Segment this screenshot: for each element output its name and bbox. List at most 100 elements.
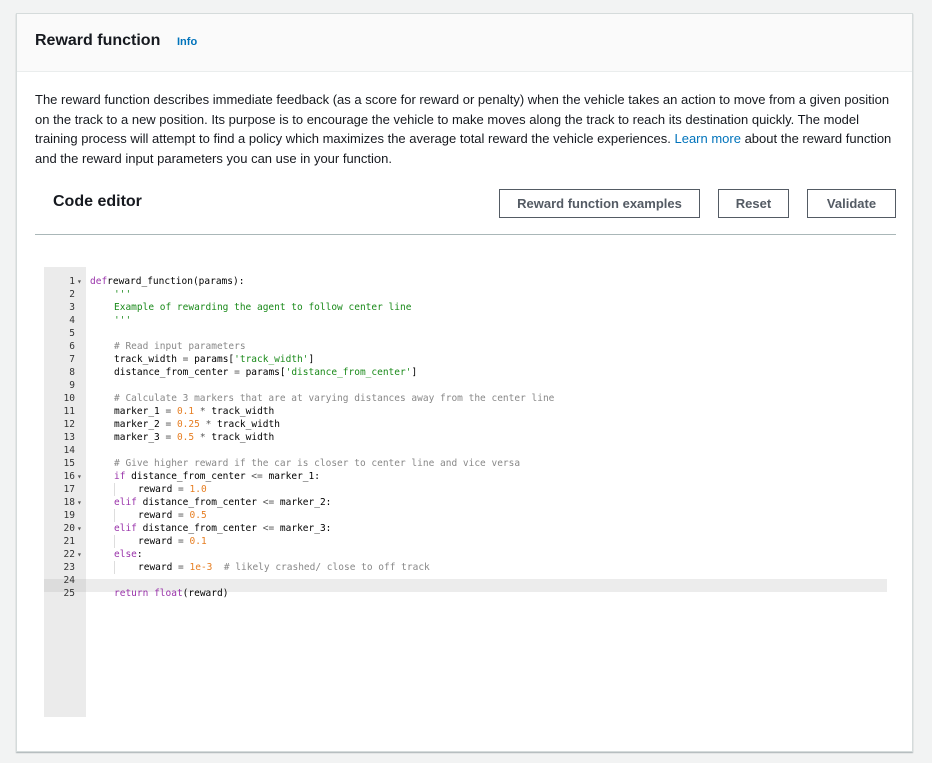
code-text: if distance_from_center <= marker_1: bbox=[114, 470, 320, 483]
line-number: 4 bbox=[69, 315, 75, 326]
code-text: marker_1 = 0.1 * track_width bbox=[114, 405, 274, 418]
code-line[interactable]: 23 reward = 1e-3 # likely crashed/ close … bbox=[44, 561, 887, 574]
code-text: return float(reward) bbox=[114, 587, 228, 600]
code-line[interactable]: 4 ''' bbox=[44, 314, 887, 327]
info-link[interactable]: Info bbox=[177, 36, 197, 48]
code-line[interactable]: 22 ▾ else: bbox=[44, 548, 887, 561]
code-token: : bbox=[136, 549, 143, 560]
code-token: 'track_width' bbox=[234, 354, 309, 365]
code-line[interactable]: 10 # Calculate 3 markers that are at vary… bbox=[44, 392, 887, 405]
code-line[interactable]: 11 marker_1 = 0.1 * track_width bbox=[44, 405, 887, 418]
fold-toggle-icon[interactable]: ▾ bbox=[77, 470, 82, 483]
code-token: # Calculate 3 markers that are at varyin… bbox=[114, 393, 555, 404]
code-token: (reward) bbox=[182, 588, 229, 599]
line-number: 18 bbox=[63, 497, 75, 508]
code-line[interactable]: 2 ''' bbox=[44, 288, 887, 301]
code-line[interactable]: 15 # Give higher reward if the car is clo… bbox=[44, 457, 887, 470]
code-token: ] bbox=[308, 354, 315, 365]
learn-more-link[interactable]: Learn more bbox=[674, 131, 740, 146]
line-number: 16 bbox=[63, 471, 75, 482]
code-text: elif distance_from_center <= marker_2: bbox=[114, 496, 331, 509]
divider bbox=[35, 234, 896, 235]
code-token: if bbox=[114, 471, 126, 482]
code-token: 1.0 bbox=[189, 484, 207, 495]
code-line[interactable]: 25 return float(reward) bbox=[44, 587, 887, 600]
code-token: track_width bbox=[205, 406, 275, 417]
code-text: distance_from_center = params['distance_… bbox=[114, 366, 417, 379]
code-token: reward bbox=[138, 536, 179, 547]
code-text: ''' bbox=[114, 314, 131, 327]
code-line[interactable]: 8 distance_from_center = params['distance… bbox=[44, 366, 887, 379]
code-line[interactable]: 17 reward = 1.0 bbox=[44, 483, 887, 496]
code-token: <= bbox=[262, 497, 275, 508]
code-token: ] bbox=[411, 367, 418, 378]
code-token: def bbox=[90, 276, 108, 287]
code-token: reward_function(params): bbox=[107, 276, 245, 287]
code-line[interactable]: 18 ▾ elif distance_from_center <= marker_2… bbox=[44, 496, 887, 509]
code-line[interactable]: 9 bbox=[44, 379, 887, 392]
code-line[interactable]: 7 track_width = params['track_width'] bbox=[44, 353, 887, 366]
code-token: marker_2 bbox=[114, 419, 166, 430]
code-text: Example of rewarding the agent to follow… bbox=[114, 301, 411, 314]
code-token: <= bbox=[251, 471, 263, 482]
code-token: 1e-3 bbox=[189, 562, 213, 573]
line-number: 17 bbox=[63, 484, 75, 495]
code-token: marker_2: bbox=[274, 497, 332, 508]
line-number: 1 bbox=[69, 276, 75, 287]
line-number: 11 bbox=[63, 406, 75, 417]
code-text: reward = 0.5 bbox=[138, 509, 207, 522]
fold-toggle-icon[interactable]: ▾ bbox=[77, 522, 82, 535]
code-token: 0.5 bbox=[189, 510, 207, 521]
code-line[interactable]: 16 ▾ if distance_from_center <= marker_1: bbox=[44, 470, 887, 483]
code-token: distance_from_center bbox=[125, 471, 252, 482]
line-number: 25 bbox=[63, 588, 75, 599]
code-token: ''' bbox=[114, 315, 132, 326]
reset-button[interactable]: Reset bbox=[718, 189, 789, 218]
code-line[interactable]: 1 ▾ defreward_function(params): bbox=[44, 275, 887, 288]
line-number: 3 bbox=[69, 302, 75, 313]
code-token: track_width bbox=[114, 354, 183, 365]
fold-toggle-icon[interactable]: ▾ bbox=[77, 496, 82, 509]
line-number: 2 bbox=[69, 289, 75, 300]
code-token: float bbox=[154, 588, 183, 599]
line-number: 20 bbox=[63, 523, 75, 534]
code-line[interactable]: 19 reward = 0.5 bbox=[44, 509, 887, 522]
code-token: 0.1 bbox=[189, 536, 207, 547]
description: The reward function describes immediate … bbox=[35, 90, 895, 168]
code-line[interactable]: 24 bbox=[44, 574, 887, 587]
code-line[interactable]: 6 # Read input parameters bbox=[44, 340, 887, 353]
code-line[interactable]: 12 marker_2 = 0.25 * track_width bbox=[44, 418, 887, 431]
reward-function-examples-button[interactable]: Reward function examples bbox=[499, 189, 700, 218]
code-token: reward bbox=[138, 562, 179, 573]
code-token: track_width bbox=[211, 419, 280, 430]
code-token: 'distance_from_center' bbox=[285, 367, 412, 378]
code-line[interactable]: 14 bbox=[44, 444, 887, 457]
code-token: return bbox=[114, 588, 149, 599]
code-line[interactable]: 20 ▾ elif distance_from_center <= marker_3… bbox=[44, 522, 887, 535]
code-text: # Give higher reward if the car is close… bbox=[114, 457, 520, 470]
code-text: reward = 1e-3 # likely crashed/ close to… bbox=[138, 561, 430, 574]
code-token: marker_3 bbox=[114, 432, 166, 443]
panel-title: Reward function bbox=[35, 32, 161, 49]
code-token: reward bbox=[138, 484, 179, 495]
code-line[interactable]: 5 bbox=[44, 327, 887, 340]
code-line[interactable]: 13 marker_3 = 0.5 * track_width bbox=[44, 431, 887, 444]
code-line[interactable]: 21 reward = 0.1 bbox=[44, 535, 887, 548]
code-editor[interactable]: 1 ▾ defreward_function(params): 2 ''' 3 Exampl… bbox=[44, 267, 887, 717]
indent-guide bbox=[114, 483, 115, 496]
code-text: track_width = params['track_width'] bbox=[114, 353, 314, 366]
code-token: marker_3: bbox=[274, 523, 332, 534]
line-number: 13 bbox=[63, 432, 75, 443]
code-token: 0.25 bbox=[176, 419, 200, 430]
validate-button[interactable]: Validate bbox=[807, 189, 896, 218]
code-line[interactable]: 3 Example of rewarding the agent to follo… bbox=[44, 301, 887, 314]
code-text: defreward_function(params): bbox=[90, 275, 244, 288]
code-token: # Read input parameters bbox=[114, 341, 246, 352]
fold-toggle-icon[interactable]: ▾ bbox=[77, 548, 82, 561]
code-text: marker_3 = 0.5 * track_width bbox=[114, 431, 274, 444]
code-token: 0.1 bbox=[176, 406, 195, 417]
code-token: <= bbox=[262, 523, 275, 534]
code-token: # likely crashed/ close to off track bbox=[223, 562, 430, 573]
fold-toggle-icon[interactable]: ▾ bbox=[77, 275, 82, 288]
code-text: ''' bbox=[114, 288, 131, 301]
